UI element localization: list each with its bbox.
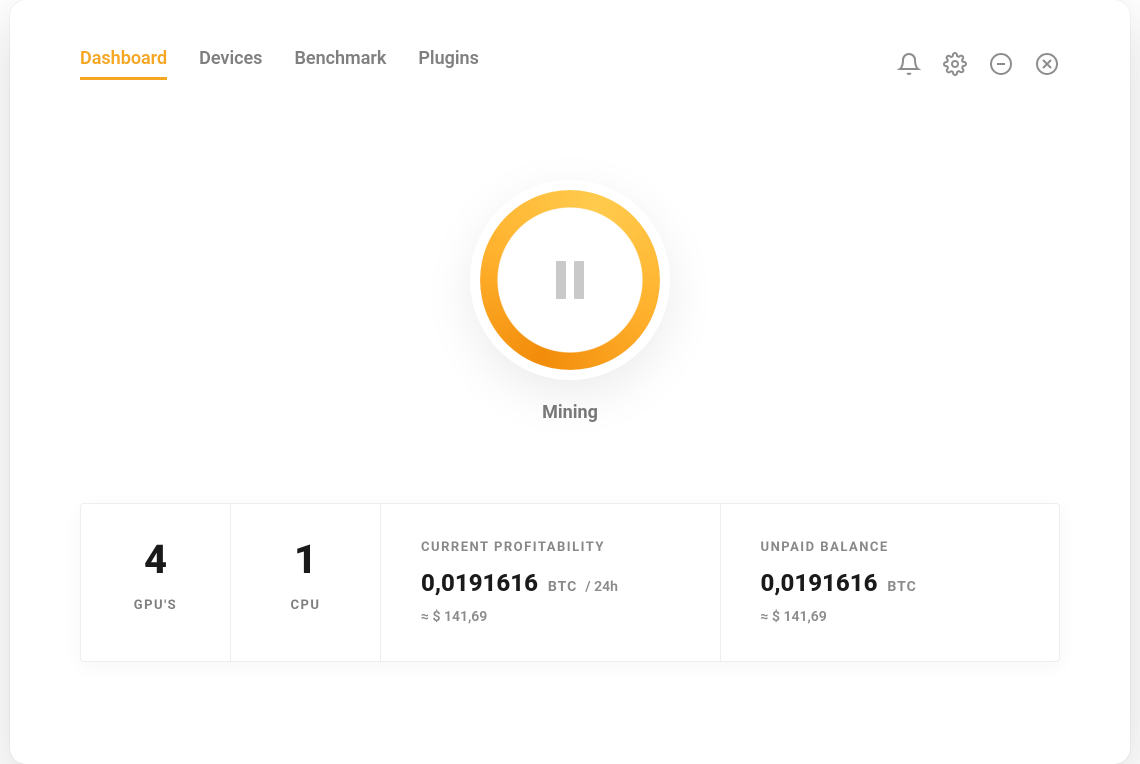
minimize-icon[interactable]: [988, 51, 1014, 77]
stat-card-profitability: CURRENT PROFITABILITY 0,0191616 BTC / 24…: [381, 504, 721, 661]
profitability-unit: BTC: [548, 579, 577, 595]
mining-toggle-button[interactable]: [470, 180, 670, 380]
app-window: Dashboard Devices Benchmark Plugins: [10, 0, 1130, 764]
stats-row: 4 GPU'S 1 CPU CURRENT PROFITABILITY 0,01…: [80, 503, 1060, 662]
cpu-count: 1: [271, 540, 340, 580]
tab-devices[interactable]: Devices: [199, 48, 262, 80]
profitability-title: CURRENT PROFITABILITY: [421, 540, 680, 555]
close-icon[interactable]: [1034, 51, 1060, 77]
nav-tabs: Dashboard Devices Benchmark Plugins: [80, 48, 479, 80]
cpu-label: CPU: [271, 598, 340, 613]
topbar-actions: [896, 51, 1060, 77]
mining-section: Mining: [80, 180, 1060, 423]
stat-card-cpu: 1 CPU: [231, 504, 381, 661]
tab-benchmark[interactable]: Benchmark: [294, 48, 386, 80]
profitability-approx: ≈ $ 141,69: [421, 609, 680, 625]
profitability-amount: 0,0191616 BTC / 24h: [421, 569, 680, 597]
mining-status-label: Mining: [542, 402, 598, 423]
topbar: Dashboard Devices Benchmark Plugins: [80, 48, 1060, 80]
gpu-count: 4: [121, 540, 190, 580]
balance-title: UNPAID BALANCE: [761, 540, 1020, 555]
bell-icon[interactable]: [896, 51, 922, 77]
tab-plugins[interactable]: Plugins: [418, 48, 479, 80]
profitability-btc: 0,0191616: [421, 569, 538, 597]
balance-unit: BTC: [887, 579, 916, 595]
stat-card-balance: UNPAID BALANCE 0,0191616 BTC ≈ $ 141,69: [721, 504, 1060, 661]
balance-approx: ≈ $ 141,69: [761, 609, 1020, 625]
balance-btc: 0,0191616: [761, 569, 878, 597]
balance-amount: 0,0191616 BTC: [761, 569, 1020, 597]
pause-icon: [556, 261, 584, 299]
gear-icon[interactable]: [942, 51, 968, 77]
tab-dashboard[interactable]: Dashboard: [80, 48, 167, 80]
stat-card-gpu: 4 GPU'S: [81, 504, 231, 661]
profitability-per: / 24h: [585, 579, 618, 595]
gpu-label: GPU'S: [121, 598, 190, 613]
